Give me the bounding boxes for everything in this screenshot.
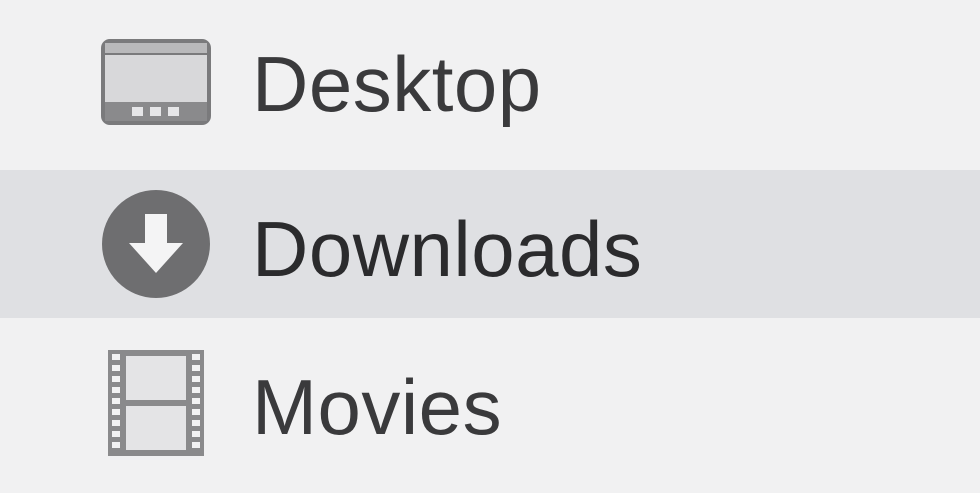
sidebar-item-label: Desktop <box>252 40 542 128</box>
sidebar-item-label: Downloads <box>252 205 643 293</box>
sidebar-item-movies[interactable]: Movies <box>0 318 980 493</box>
finder-sidebar: Desktop Downloads Movies <box>0 0 980 493</box>
sidebar-item-desktop[interactable]: Desktop <box>0 0 980 170</box>
downloads-icon <box>100 188 212 300</box>
movies-icon <box>100 348 212 460</box>
sidebar-item-label: Movies <box>252 363 503 451</box>
desktop-icon <box>100 30 212 142</box>
sidebar-item-downloads[interactable]: Downloads <box>0 170 980 318</box>
